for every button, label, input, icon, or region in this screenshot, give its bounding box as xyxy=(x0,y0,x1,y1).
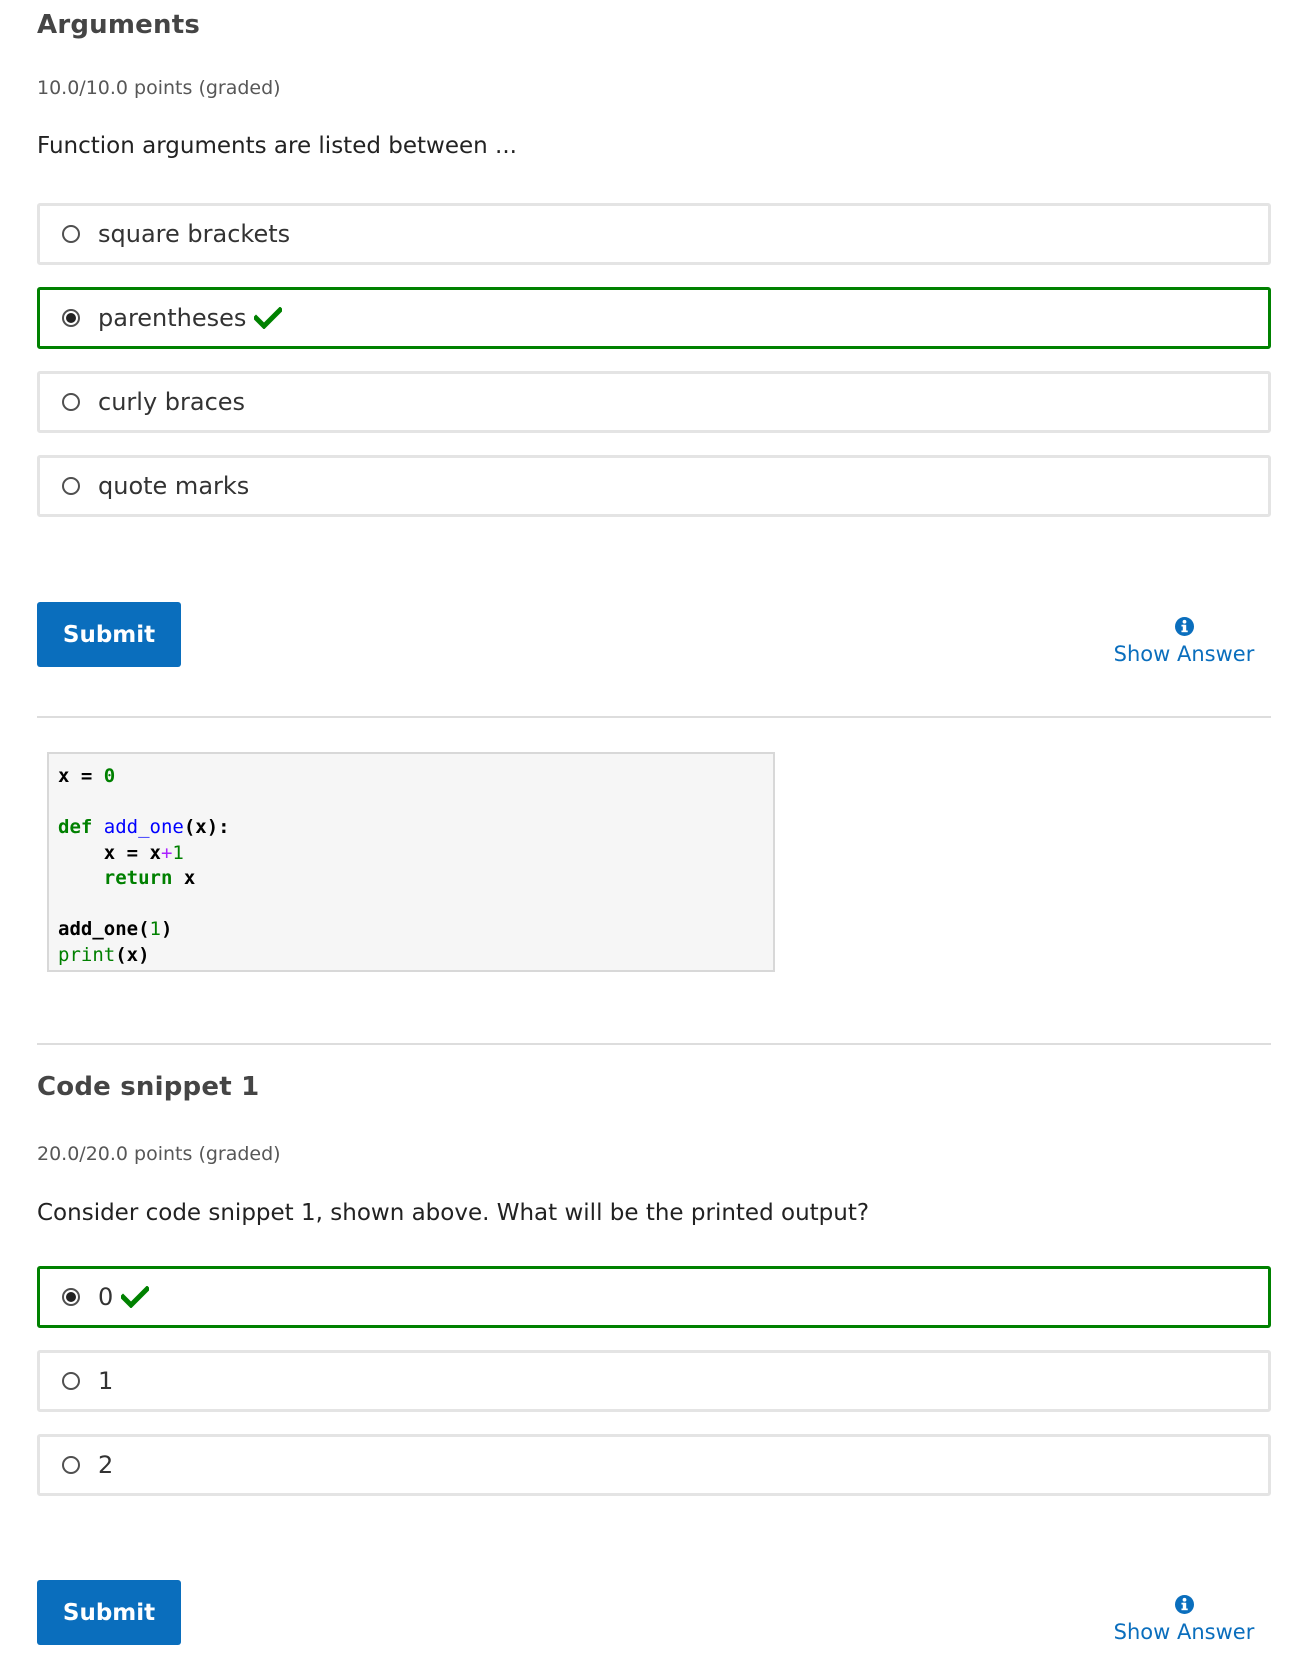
show-answer-label: Show Answer xyxy=(1113,1620,1255,1644)
choice-label: 2 xyxy=(98,1451,114,1479)
code-line-7: add_one(1) xyxy=(58,918,173,940)
radio-button[interactable] xyxy=(62,309,80,327)
choice-label: curly braces xyxy=(98,388,246,416)
section-divider xyxy=(37,1043,1271,1045)
radio-button[interactable] xyxy=(62,477,80,495)
checkmark-icon xyxy=(121,1286,150,1308)
show-answer-button[interactable]: Show Answer xyxy=(1109,617,1259,666)
choice-2[interactable]: 2 xyxy=(37,1434,1271,1496)
section-divider xyxy=(37,716,1271,718)
show-answer-label: Show Answer xyxy=(1113,642,1255,666)
choice-label: square brackets xyxy=(98,220,291,248)
choice-quote-marks[interactable]: quote marks xyxy=(37,455,1271,517)
problem-title: Arguments xyxy=(37,10,201,40)
choice-parentheses[interactable]: parentheses xyxy=(37,287,1271,349)
choice-0[interactable]: 0 xyxy=(37,1266,1271,1328)
code-line-5: return x xyxy=(103,867,196,889)
problem-title: Code snippet 1 xyxy=(37,1072,260,1102)
info-icon xyxy=(1174,1595,1194,1614)
code-line-1: x = 0 xyxy=(58,765,116,787)
info-icon xyxy=(1174,617,1194,636)
choice-1[interactable]: 1 xyxy=(37,1350,1271,1412)
choice-label: 0 xyxy=(98,1283,114,1311)
radio-button[interactable] xyxy=(62,225,80,243)
choice-curly-braces[interactable]: curly braces xyxy=(37,371,1271,433)
code-line-3: def add_one(x): xyxy=(58,816,230,838)
choice-label: quote marks xyxy=(98,472,250,500)
code-line-8: print(x) xyxy=(58,943,150,966)
radio-button[interactable] xyxy=(62,1372,80,1390)
choice-square-brackets[interactable]: square brackets xyxy=(37,203,1271,265)
choice-label: 1 xyxy=(98,1367,114,1395)
code-snippet: x = 0 def add_one(x): x = x+1 return x a… xyxy=(47,752,775,972)
radio-button[interactable] xyxy=(62,393,80,411)
question-text: Consider code snippet 1, shown above. Wh… xyxy=(37,1200,870,1226)
show-answer-button[interactable]: Show Answer xyxy=(1109,1595,1259,1644)
submit-button[interactable]: Submit xyxy=(37,602,181,667)
problem-points: 10.0/10.0 points (graded) xyxy=(37,77,281,99)
checkmark-icon xyxy=(254,307,283,329)
radio-button[interactable] xyxy=(62,1456,80,1474)
problem-points: 20.0/20.0 points (graded) xyxy=(37,1143,281,1165)
question-text: Function arguments are listed between ..… xyxy=(37,133,517,159)
choice-label: parentheses xyxy=(98,304,247,332)
submit-button[interactable]: Submit xyxy=(37,1580,181,1645)
code-line-4: x = x+1 xyxy=(58,841,184,864)
radio-button[interactable] xyxy=(62,1288,80,1306)
